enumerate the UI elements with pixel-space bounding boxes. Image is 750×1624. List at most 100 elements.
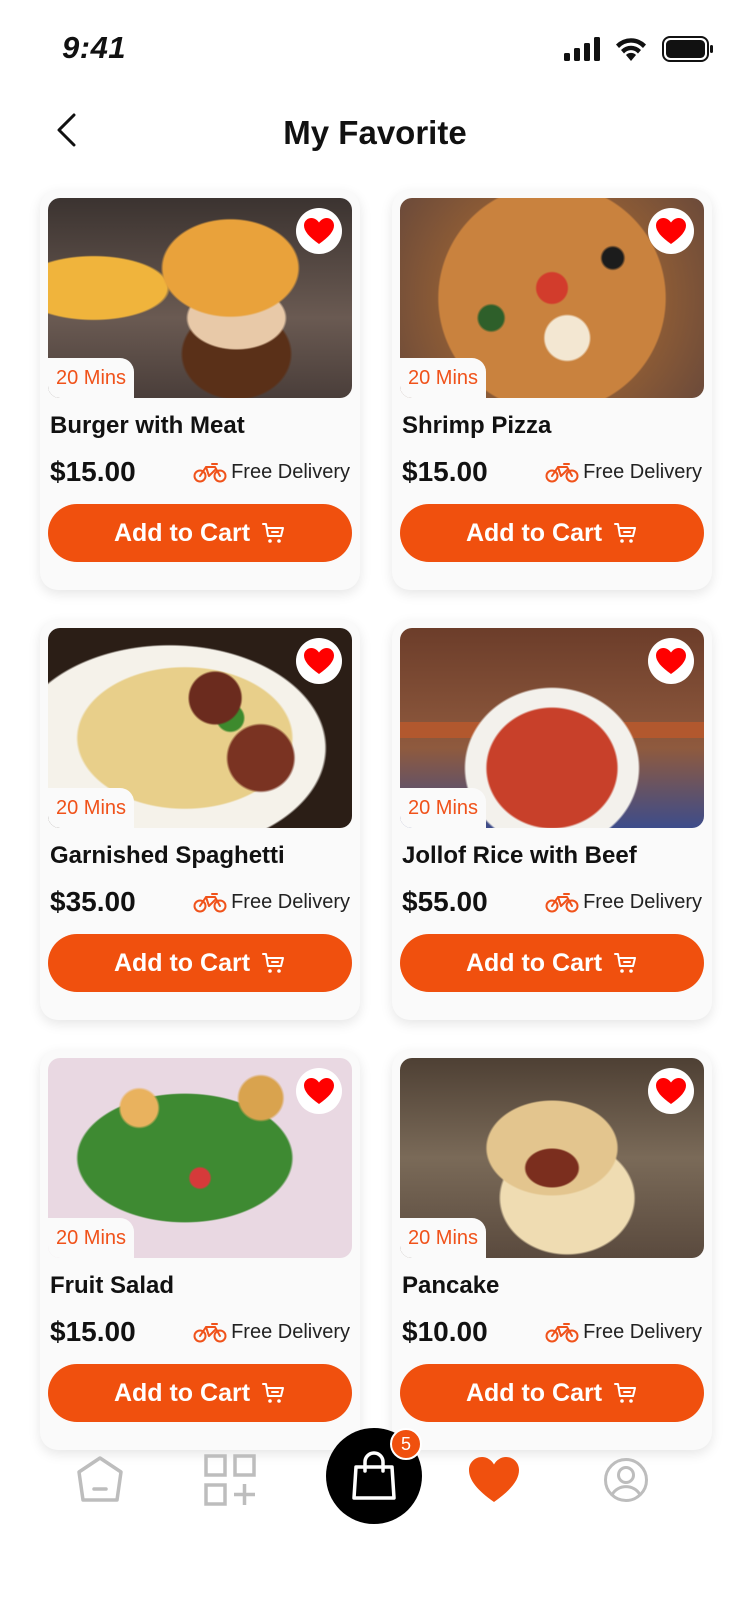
prep-time-tag: 20 Mins [400, 788, 487, 828]
heart-icon [656, 648, 686, 674]
status-icons [564, 36, 714, 62]
delivery-label: Free Delivery [231, 890, 350, 913]
food-name: Garnished Spaghetti [50, 842, 285, 869]
heart-icon [304, 218, 334, 244]
page-title: My Favorite [283, 114, 467, 151]
prep-time-tag: 20 Mins [48, 788, 135, 828]
motorbike-icon [193, 1323, 227, 1343]
favorite-toggle-button[interactable] [296, 208, 342, 254]
add-to-cart-label: Add to Cart [113, 518, 251, 547]
wifi-icon [616, 38, 646, 61]
prep-time-tag: 20 Mins [48, 1218, 135, 1258]
price-row: $10.00 Free Delivery [400, 1316, 704, 1348]
heart-icon [304, 648, 334, 674]
food-name: Jollof Rice with Beef [402, 842, 637, 869]
cart-icon [262, 523, 285, 543]
food-price: $15.00 [402, 456, 488, 487]
add-to-cart-button[interactable]: Add to Cart [400, 934, 704, 992]
heart-icon [656, 1078, 686, 1104]
add-to-cart-button[interactable]: Add to Cart [48, 1364, 352, 1422]
price-row: $55.00 Free Delivery [400, 886, 704, 918]
add-to-cart-button[interactable]: Add to Cart [400, 1364, 704, 1422]
food-price: $15.00 [50, 1316, 136, 1347]
nav-categories[interactable] [198, 1448, 262, 1512]
add-to-cart-label: Add to Cart [113, 948, 251, 977]
heart-icon [469, 1457, 519, 1502]
delivery-label: Free Delivery [583, 1320, 702, 1343]
food-image: 20 Mins [400, 628, 704, 828]
favorite-toggle-button[interactable] [296, 638, 342, 684]
price-row: $15.00 Free Delivery [400, 456, 704, 488]
food-image: 20 Mins [400, 198, 704, 398]
delivery-info: Free Delivery [545, 1321, 702, 1344]
bottom-nav: 5 [0, 1420, 750, 1540]
food-name: Fruit Salad [50, 1272, 175, 1299]
food-name: Pancake [402, 1272, 500, 1299]
favorite-card-garnished-spaghetti[interactable]: 20 Mins Garnished Spaghetti $35.00 Free … [40, 620, 360, 1020]
nav-profile[interactable] [594, 1448, 658, 1512]
food-image: 20 Mins [400, 1058, 704, 1258]
favorite-card-burger-with-meat[interactable]: 20 Mins Burger with Meat $15.00 Free Del… [40, 190, 360, 590]
header: My Favorite [0, 100, 750, 180]
delivery-info: Free Delivery [545, 891, 702, 914]
cart-button[interactable]: 5 [326, 1428, 422, 1524]
motorbike-icon [193, 893, 227, 913]
food-price: $10.00 [402, 1316, 488, 1347]
prep-time-tag: 20 Mins [400, 358, 487, 398]
motorbike-icon [545, 463, 579, 483]
price-row: $15.00 Free Delivery [48, 1316, 352, 1348]
favorites-grid: 20 Mins Burger with Meat $15.00 Free Del… [40, 190, 712, 1450]
favorite-card-pancake[interactable]: 20 Mins Pancake $10.00 Free Delivery Add… [392, 1050, 712, 1450]
favorite-card-shrimp-pizza[interactable]: 20 Mins Shrimp Pizza $15.00 Free Deliver… [392, 190, 712, 590]
delivery-info: Free Delivery [193, 1321, 350, 1344]
favorite-toggle-button[interactable] [648, 638, 694, 684]
heart-icon [304, 1078, 334, 1104]
add-to-cart-button[interactable]: Add to Cart [400, 504, 704, 562]
favorite-toggle-button[interactable] [296, 1068, 342, 1114]
heart-icon [656, 218, 686, 244]
profile-icon [604, 1458, 648, 1502]
status-time: 9:41 [62, 30, 127, 65]
add-to-cart-label: Add to Cart [465, 1378, 603, 1407]
home-icon [77, 1456, 123, 1502]
status-bar: 9:41 [0, 0, 750, 100]
add-to-cart-button[interactable]: Add to Cart [48, 934, 352, 992]
favorite-toggle-button[interactable] [648, 1068, 694, 1114]
cart-count-badge: 5 [390, 1428, 422, 1460]
prep-time-tag: 20 Mins [400, 1218, 487, 1258]
prep-time-tag: 20 Mins [48, 358, 135, 398]
food-image: 20 Mins [48, 628, 352, 828]
delivery-info: Free Delivery [193, 891, 350, 914]
delivery-label: Free Delivery [231, 460, 350, 483]
add-to-cart-button[interactable]: Add to Cart [48, 504, 352, 562]
favorite-card-jollof-rice-with-beef[interactable]: 20 Mins Jollof Rice with Beef $55.00 Fre… [392, 620, 712, 1020]
add-to-cart-label: Add to Cart [465, 948, 603, 977]
add-to-cart-label: Add to Cart [465, 518, 603, 547]
favorite-card-fruit-salad[interactable]: 20 Mins Fruit Salad $15.00 Free Delivery… [40, 1050, 360, 1450]
delivery-label: Free Delivery [231, 1320, 350, 1343]
price-row: $35.00 Free Delivery [48, 886, 352, 918]
motorbike-icon [193, 463, 227, 483]
food-name: Shrimp Pizza [402, 412, 552, 439]
motorbike-icon [545, 893, 579, 913]
price-row: $15.00 Free Delivery [48, 456, 352, 488]
delivery-label: Free Delivery [583, 890, 702, 913]
cart-icon [614, 523, 637, 543]
favorite-toggle-button[interactable] [648, 208, 694, 254]
motorbike-icon [545, 1323, 579, 1343]
nav-favorites[interactable] [462, 1448, 526, 1512]
cellular-signal-icon [564, 37, 600, 61]
food-image: 20 Mins [48, 1058, 352, 1258]
cart-icon [262, 1383, 285, 1403]
battery-icon [662, 36, 713, 62]
delivery-info: Free Delivery [545, 461, 702, 484]
categories-icon [204, 1454, 256, 1506]
cart-icon [614, 953, 637, 973]
delivery-label: Free Delivery [583, 460, 702, 483]
nav-home[interactable] [68, 1448, 132, 1512]
food-image: 20 Mins [48, 198, 352, 398]
food-price: $35.00 [50, 886, 136, 917]
food-price: $15.00 [50, 456, 136, 487]
shopping-bag-icon [352, 1451, 396, 1500]
cart-icon [262, 953, 285, 973]
